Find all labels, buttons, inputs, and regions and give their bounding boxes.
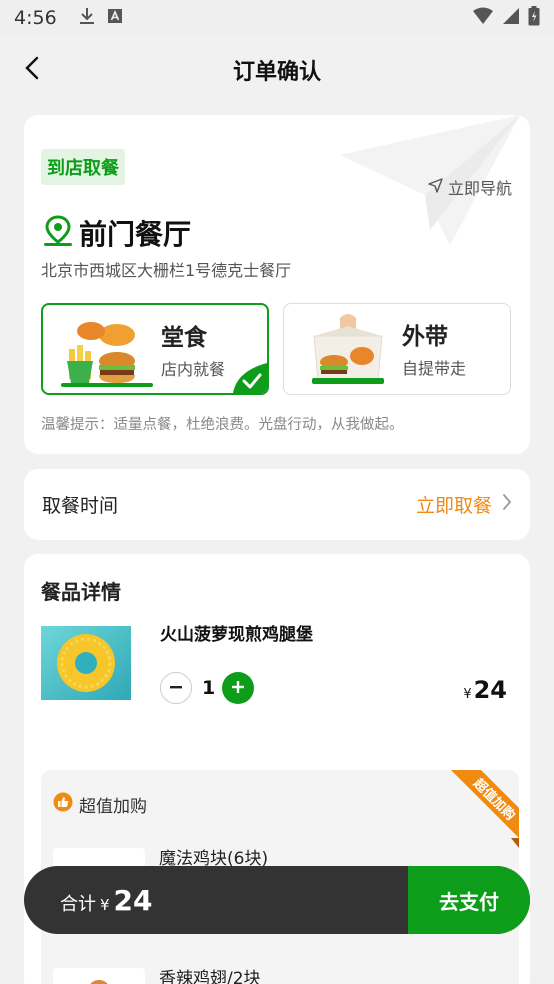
pineapple-product-image [41, 626, 131, 700]
upsell-header: 超值加购 [53, 792, 147, 817]
status-bar: 4:56 [0, 0, 554, 36]
checkmark-icon [233, 363, 267, 393]
upsell-item-image [53, 968, 145, 984]
navigation-arrow-icon [428, 177, 443, 197]
upsell-title: 超值加购 [79, 797, 147, 817]
upsell-item-name: 香辣鸡翅/2块 [159, 969, 261, 984]
item-name: 火山菠萝现煎鸡腿堡 [160, 625, 313, 645]
order-total: 合计 ¥ 24 [60, 884, 153, 917]
option-title: 堂食 [161, 325, 207, 351]
back-button[interactable] [14, 52, 50, 88]
store-name: 前门餐厅 [79, 218, 192, 251]
download-icon [79, 7, 95, 29]
nav-bar: 订单确认 [0, 36, 554, 104]
plus-icon [231, 679, 245, 698]
thumbs-up-icon [53, 792, 73, 817]
price-value: 24 [473, 676, 507, 704]
decrease-quantity-button[interactable] [160, 672, 192, 704]
pickup-time-label: 取餐时间 [42, 495, 119, 517]
battery-icon [528, 6, 540, 30]
status-time: 4:56 [14, 7, 57, 29]
page-title: 订单确认 [232, 60, 321, 85]
font-icon [107, 8, 123, 28]
item-price: ¥ 24 [463, 676, 507, 704]
pickup-time-value-wrap: 立即取餐 [416, 491, 512, 518]
dine-in-food-illustration [61, 322, 153, 387]
option-subtitle: 店内就餐 [161, 360, 226, 379]
ribbon-label: 超值加购 [470, 776, 518, 824]
minus-icon [169, 679, 183, 698]
store-name-row: 前门餐厅 [41, 213, 191, 253]
total-price: 24 [113, 883, 153, 917]
navigate-label: 立即导航 [447, 179, 512, 198]
store-address: 北京市西城区大栅栏1号德克士餐厅 [41, 261, 292, 280]
value-addon-ribbon: 超值加购 [451, 770, 519, 848]
take-out-bag-illustration [312, 314, 384, 384]
increase-quantity-button[interactable] [222, 672, 254, 704]
store-card: 到店取餐 立即导航 前门餐厅 北京市西城区大栅栏1号德克士餐厅 堂食 店内就餐 [24, 115, 530, 454]
pay-button[interactable]: 去支付 [408, 866, 530, 934]
pickup-time-value: 立即取餐 [415, 495, 492, 517]
option-subtitle: 自提带走 [402, 359, 467, 378]
chevron-right-icon [502, 493, 512, 516]
dine-in-option[interactable]: 堂食 店内就餐 [41, 303, 269, 395]
quantity-value: 1 [202, 677, 216, 699]
items-section-title: 餐品详情 [41, 580, 121, 604]
checkout-bar: 合计 ¥ 24 去支付 [24, 866, 530, 934]
chevron-left-icon [25, 56, 39, 84]
currency-symbol: ¥ [463, 687, 472, 702]
location-pin-icon [41, 215, 75, 251]
pickup-time-row[interactable]: 取餐时间 立即取餐 [24, 469, 530, 540]
pickup-mode-tag: 到店取餐 [41, 149, 125, 185]
take-out-option[interactable]: 外带 自提带走 [283, 303, 511, 395]
currency-symbol: ¥ [100, 895, 110, 914]
signal-icon [502, 7, 520, 29]
option-title: 外带 [402, 324, 448, 350]
quantity-stepper: 1 [160, 672, 254, 704]
reminder-tip: 温馨提示：适量点餐，杜绝浪费。光盘行动，从我做起。 [41, 417, 404, 433]
total-label: 合计 [60, 893, 96, 915]
navigate-link[interactable]: 立即导航 [428, 175, 512, 199]
wifi-icon [472, 7, 494, 29]
